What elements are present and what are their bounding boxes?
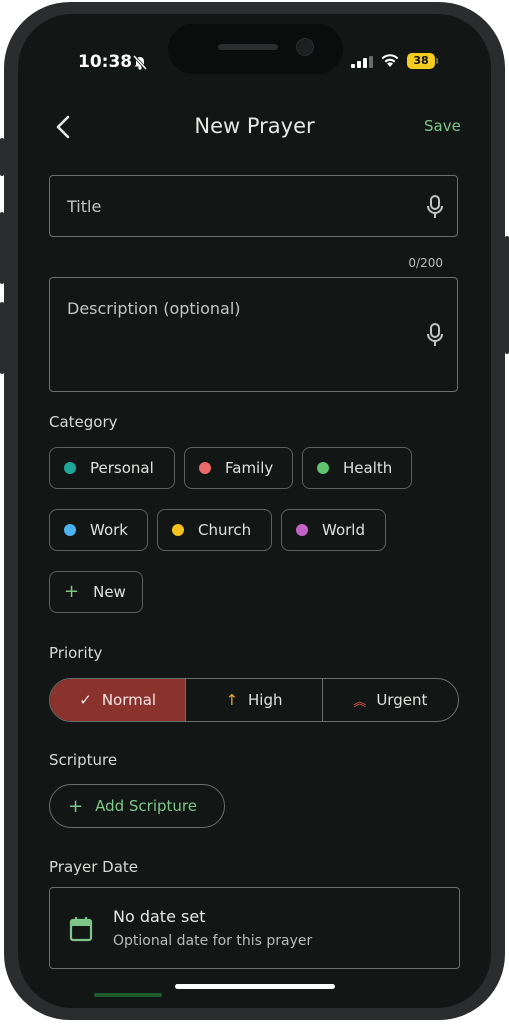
dynamic-island	[168, 24, 343, 74]
title-field[interactable]: Title	[49, 175, 458, 237]
home-indicator	[175, 984, 335, 989]
prayer-date-hint: Optional date for this prayer	[113, 933, 313, 949]
bottom-action-edge	[94, 993, 162, 997]
chip-label: Health	[343, 459, 393, 477]
category-color-dot	[199, 462, 211, 474]
priority-option-label: High	[248, 691, 283, 709]
priority-segmented-control: ✓ Normal ↑ High ︽ Urgent	[49, 678, 459, 722]
title-char-counter: 0/200	[408, 256, 443, 270]
wifi-icon	[381, 54, 399, 67]
page-title: New Prayer	[194, 114, 315, 138]
chip-label: Family	[225, 459, 274, 477]
save-button[interactable]: Save	[424, 117, 461, 135]
prayer-date-picker[interactable]: No date set Optional date for this praye…	[49, 887, 460, 969]
category-color-dot	[172, 524, 184, 536]
chip-label: Church	[198, 521, 252, 539]
battery-level: 38	[407, 53, 435, 69]
plus-icon: +	[64, 581, 80, 602]
chip-label: Personal	[90, 459, 154, 477]
priority-option-label: Normal	[101, 691, 157, 709]
chip-label: World	[322, 521, 365, 539]
arrow-up-icon: ↑	[225, 691, 239, 709]
category-color-dot	[64, 524, 76, 536]
speaker	[218, 44, 278, 50]
volume-up-button	[0, 212, 4, 284]
cellular-signal-icon	[351, 56, 373, 68]
front-camera	[296, 38, 314, 56]
status-time: 10:38	[78, 52, 133, 72]
category-chip-world[interactable]: World	[281, 509, 386, 551]
category-chip-family[interactable]: Family	[184, 447, 293, 489]
battery-tip	[436, 58, 438, 64]
check-icon: ✓	[79, 691, 92, 709]
chip-label: Work	[90, 521, 128, 539]
bell-slash-icon	[132, 54, 148, 70]
description-placeholder: Description (optional)	[67, 299, 241, 318]
chip-label: New	[93, 583, 126, 601]
microphone-icon[interactable]	[426, 323, 444, 347]
category-color-dot	[317, 462, 329, 474]
app-screen: 10:38 38 New Prayer Save Title 0/200 Des…	[18, 14, 491, 1008]
category-chip-work[interactable]: Work	[49, 509, 148, 551]
category-color-dot	[296, 524, 308, 536]
category-chip-church[interactable]: Church	[157, 509, 272, 551]
prayer-date-value: No date set	[113, 907, 206, 926]
category-label: Category	[49, 413, 118, 431]
description-field[interactable]: Description (optional)	[49, 277, 458, 392]
priority-option-urgent[interactable]: ︽ Urgent	[323, 679, 458, 721]
scripture-label: Scripture	[49, 751, 118, 769]
calendar-icon	[69, 917, 93, 942]
category-chip-health[interactable]: Health	[302, 447, 412, 489]
priority-option-normal[interactable]: ✓ Normal	[50, 679, 187, 721]
priority-option-label: Urgent	[376, 691, 428, 709]
new-category-button[interactable]: + New	[49, 571, 143, 613]
add-scripture-label: Add Scripture	[95, 797, 197, 815]
action-button	[0, 138, 4, 176]
microphone-icon[interactable]	[426, 195, 444, 219]
prayer-date-label: Prayer Date	[49, 858, 139, 876]
double-chevron-up-icon: ︽	[353, 694, 367, 710]
plus-icon: +	[68, 795, 84, 817]
title-placeholder: Title	[67, 197, 102, 216]
category-color-dot	[64, 462, 76, 474]
priority-label: Priority	[49, 644, 103, 662]
add-scripture-button[interactable]: + Add Scripture	[49, 784, 225, 828]
category-chip-personal[interactable]: Personal	[49, 447, 175, 489]
power-button	[505, 236, 509, 354]
volume-down-button	[0, 302, 4, 374]
priority-option-high[interactable]: ↑ High	[186, 679, 323, 721]
